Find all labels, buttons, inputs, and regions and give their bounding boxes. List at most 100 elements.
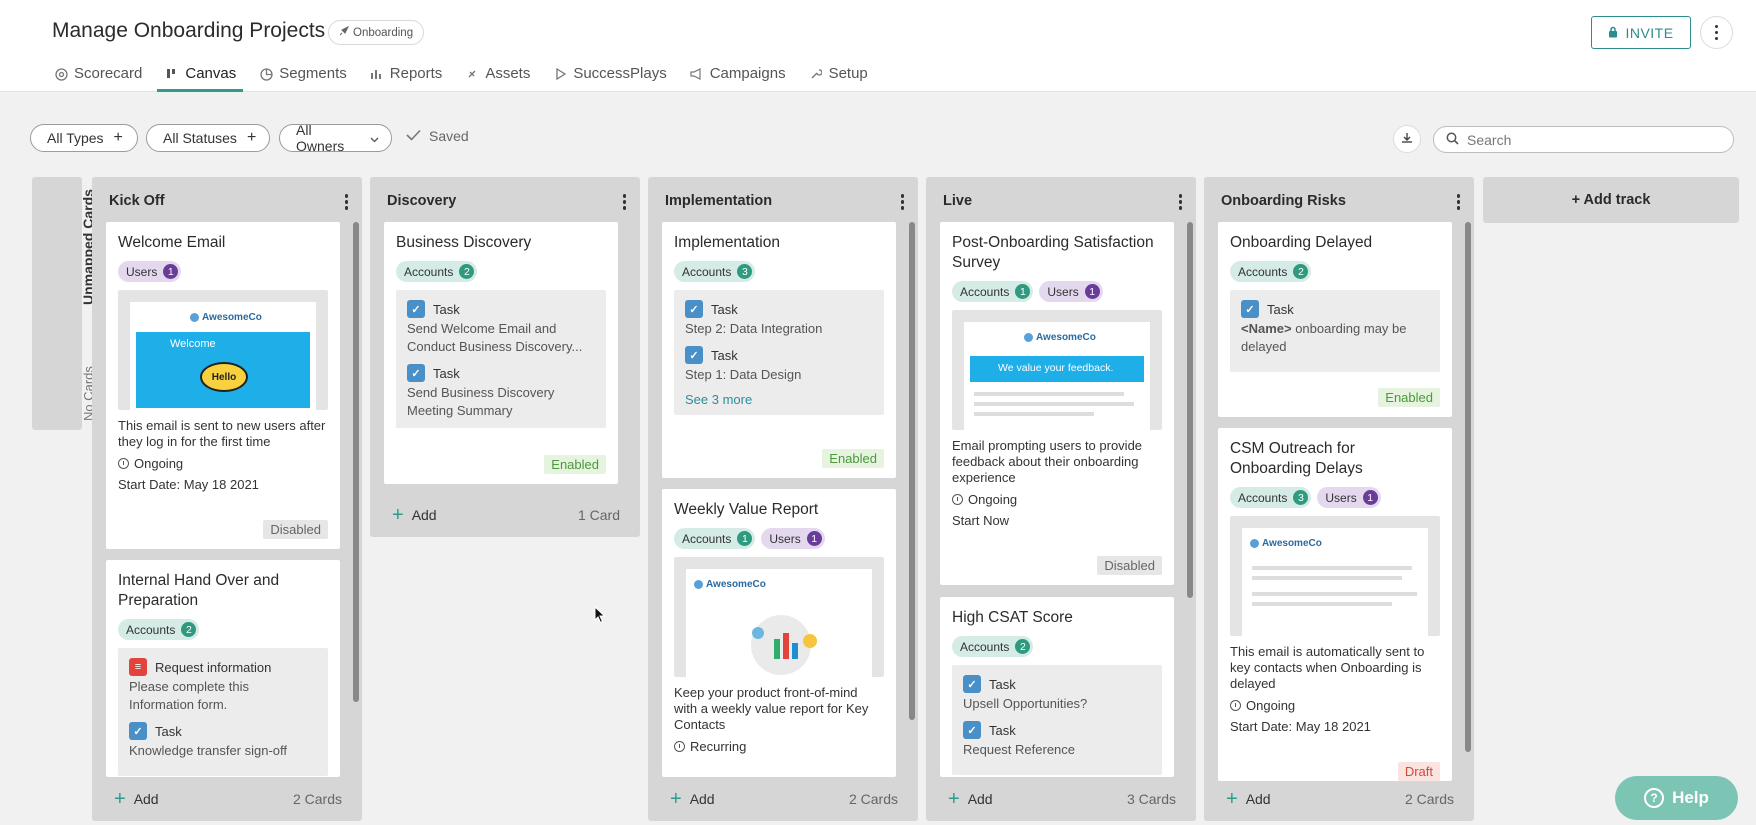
task-check-icon: ✓ — [685, 346, 703, 364]
add-track-button[interactable]: + Add track — [1483, 177, 1739, 223]
more-options-button[interactable] — [1700, 16, 1733, 49]
track-scrollbar[interactable] — [909, 222, 915, 720]
request-info-icon: ≡ — [129, 658, 147, 676]
invite-button[interactable]: INVITE — [1591, 16, 1691, 49]
task-check-icon: ✓ — [129, 722, 147, 740]
accounts-chip: Accounts 2 — [952, 636, 1034, 657]
accounts-chip: Accounts 1 — [674, 528, 756, 549]
card-count: 2 Cards — [1404, 791, 1454, 807]
search-input[interactable] — [1467, 131, 1717, 148]
tab-reports[interactable]: Reports — [368, 60, 456, 92]
card-count: 1 Card — [577, 507, 620, 523]
nav-tabs: Scorecard Canvas Segments Reports Assets… — [52, 60, 889, 92]
users-chip: Users 1 — [1317, 487, 1381, 508]
canvas-icon — [165, 67, 179, 81]
clock-icon — [952, 494, 963, 505]
track-menu-icon[interactable] — [1178, 194, 1182, 210]
saved-indicator: Saved — [406, 128, 469, 144]
help-button[interactable]: ? Help — [1615, 776, 1738, 820]
card-business-discovery[interactable]: Business Discovery Accounts 2 ✓ Task Send … — [384, 222, 618, 484]
card-post-onboarding-survey[interactable]: Post-Onboarding Satisfaction Survey Acco… — [940, 222, 1174, 585]
lock-icon — [1608, 25, 1618, 41]
add-card-button[interactable]: + Add — [948, 789, 993, 809]
track-onboarding-risks: Onboarding Risks Onboarding Delayed Acco… — [1204, 177, 1474, 821]
track-live: Live Post-Onboarding Satisfaction Survey… — [926, 177, 1196, 821]
play-icon — [553, 67, 567, 81]
brand-logo: AwesomeCo — [190, 312, 262, 323]
add-card-button[interactable]: + Add — [1226, 789, 1271, 809]
task-list: ✓ Task Step 2: Data Integration ✓ Task Ste… — [674, 290, 884, 415]
task-check-icon: ✓ — [685, 300, 703, 318]
track-menu-icon[interactable] — [900, 194, 904, 210]
help-icon: ? — [1644, 788, 1665, 808]
download-button[interactable] — [1393, 125, 1421, 153]
email-thumbnail: AwesomeCo — [674, 557, 884, 677]
search-box — [1433, 126, 1734, 153]
search-icon — [1446, 132, 1459, 148]
project-type-badge[interactable]: Onboarding — [328, 20, 425, 45]
status-badge: Enabled — [544, 455, 606, 474]
more-vert-icon — [1714, 24, 1719, 41]
filter-owners[interactable]: All Owners — [279, 122, 392, 154]
accounts-chip: Accounts 3 — [674, 261, 756, 282]
badge-label: Onboarding — [353, 26, 414, 39]
add-card-button[interactable]: + Add — [114, 789, 159, 809]
invite-label: INVITE — [1625, 24, 1674, 41]
plus-icon: + — [670, 788, 682, 810]
email-thumbnail: AwesomeCo We value your feedback. — [952, 310, 1162, 430]
chart-illustration-icon — [751, 615, 817, 675]
card-onboarding-delayed[interactable]: Onboarding Delayed Accounts 2 ✓ Task <Name… — [1218, 222, 1452, 417]
see-more-link[interactable]: See 3 more — [685, 392, 873, 407]
track-menu-icon[interactable] — [344, 194, 348, 210]
track-discovery: Discovery Business Discovery Accounts 2 ✓… — [370, 177, 640, 537]
add-card-button[interactable]: + Add — [670, 789, 715, 809]
track-menu-icon[interactable] — [1456, 194, 1460, 210]
task-check-icon: ✓ — [963, 721, 981, 739]
track-scrollbar[interactable] — [1187, 222, 1193, 598]
add-card-button[interactable]: + Add — [392, 505, 437, 525]
tab-campaigns[interactable]: Campaigns — [688, 60, 799, 92]
app-header: Manage Onboarding Projects Onboarding IN… — [0, 0, 1756, 92]
accounts-chip: Accounts 3 — [1230, 487, 1312, 508]
filter-types[interactable]: All Types + — [30, 124, 138, 152]
accounts-chip: Accounts 2 — [1230, 261, 1312, 282]
megaphone-icon — [690, 67, 704, 81]
task-check-icon: ✓ — [1241, 300, 1259, 318]
clock-icon — [1230, 700, 1241, 711]
check-icon — [406, 128, 421, 144]
tab-canvas[interactable]: Canvas — [157, 60, 249, 92]
status-badge: Enabled — [1378, 388, 1440, 407]
tab-assets[interactable]: Assets — [463, 60, 543, 92]
accounts-chip: Accounts 2 — [396, 261, 478, 282]
tab-successplays[interactable]: SuccessPlays — [551, 60, 679, 92]
track-scrollbar[interactable] — [1465, 222, 1471, 752]
chevron-down-icon — [370, 130, 379, 146]
brand-logo: AwesomeCo — [1024, 332, 1096, 343]
tab-scorecard[interactable]: Scorecard — [52, 60, 155, 92]
track-kick-off: Kick Off Welcome Email Users 1 AwesomeCo … — [92, 177, 362, 821]
tab-setup[interactable]: Setup — [807, 60, 881, 92]
card-high-csat-score[interactable]: High CSAT Score Accounts 2 ✓ Task Upsell O… — [940, 597, 1174, 777]
card-csm-outreach[interactable]: CSM Outreach for Onboarding Delays Accou… — [1218, 428, 1452, 781]
clock-icon — [118, 458, 129, 469]
task-list: ✓ Task Send Welcome Email and Conduct Bus… — [396, 290, 606, 428]
card-implementation[interactable]: Implementation Accounts 3 ✓ Task Step 2: D… — [662, 222, 896, 478]
assets-icon — [465, 67, 479, 81]
filter-statuses[interactable]: All Statuses + — [146, 124, 270, 152]
task-check-icon: ✓ — [963, 675, 981, 693]
tab-segments[interactable]: Segments — [257, 60, 360, 92]
unmapped-cards-panel[interactable]: Unmapped Cards No Cards — [32, 177, 96, 430]
email-thumbnail: AwesomeCo — [1230, 516, 1440, 636]
plus-icon: + — [246, 129, 257, 146]
card-count: 3 Cards — [1126, 791, 1176, 807]
card-weekly-value-report[interactable]: Weekly Value Report Accounts 1 Users 1 Awe… — [662, 489, 896, 777]
card-internal-hand-over[interactable]: Internal Hand Over and Preparation Accou… — [106, 560, 340, 777]
card-welcome-email[interactable]: Welcome Email Users 1 AwesomeCo Welcome H… — [106, 222, 340, 549]
track-menu-icon[interactable] — [622, 194, 626, 210]
track-scrollbar[interactable] — [353, 222, 359, 702]
segments-icon — [259, 67, 273, 81]
plus-icon: + — [1226, 788, 1238, 810]
task-list: ✓ Task <Name> onboarding may be delayed — [1230, 290, 1440, 372]
status-badge: Disabled — [1097, 556, 1162, 575]
download-icon — [1401, 131, 1413, 147]
